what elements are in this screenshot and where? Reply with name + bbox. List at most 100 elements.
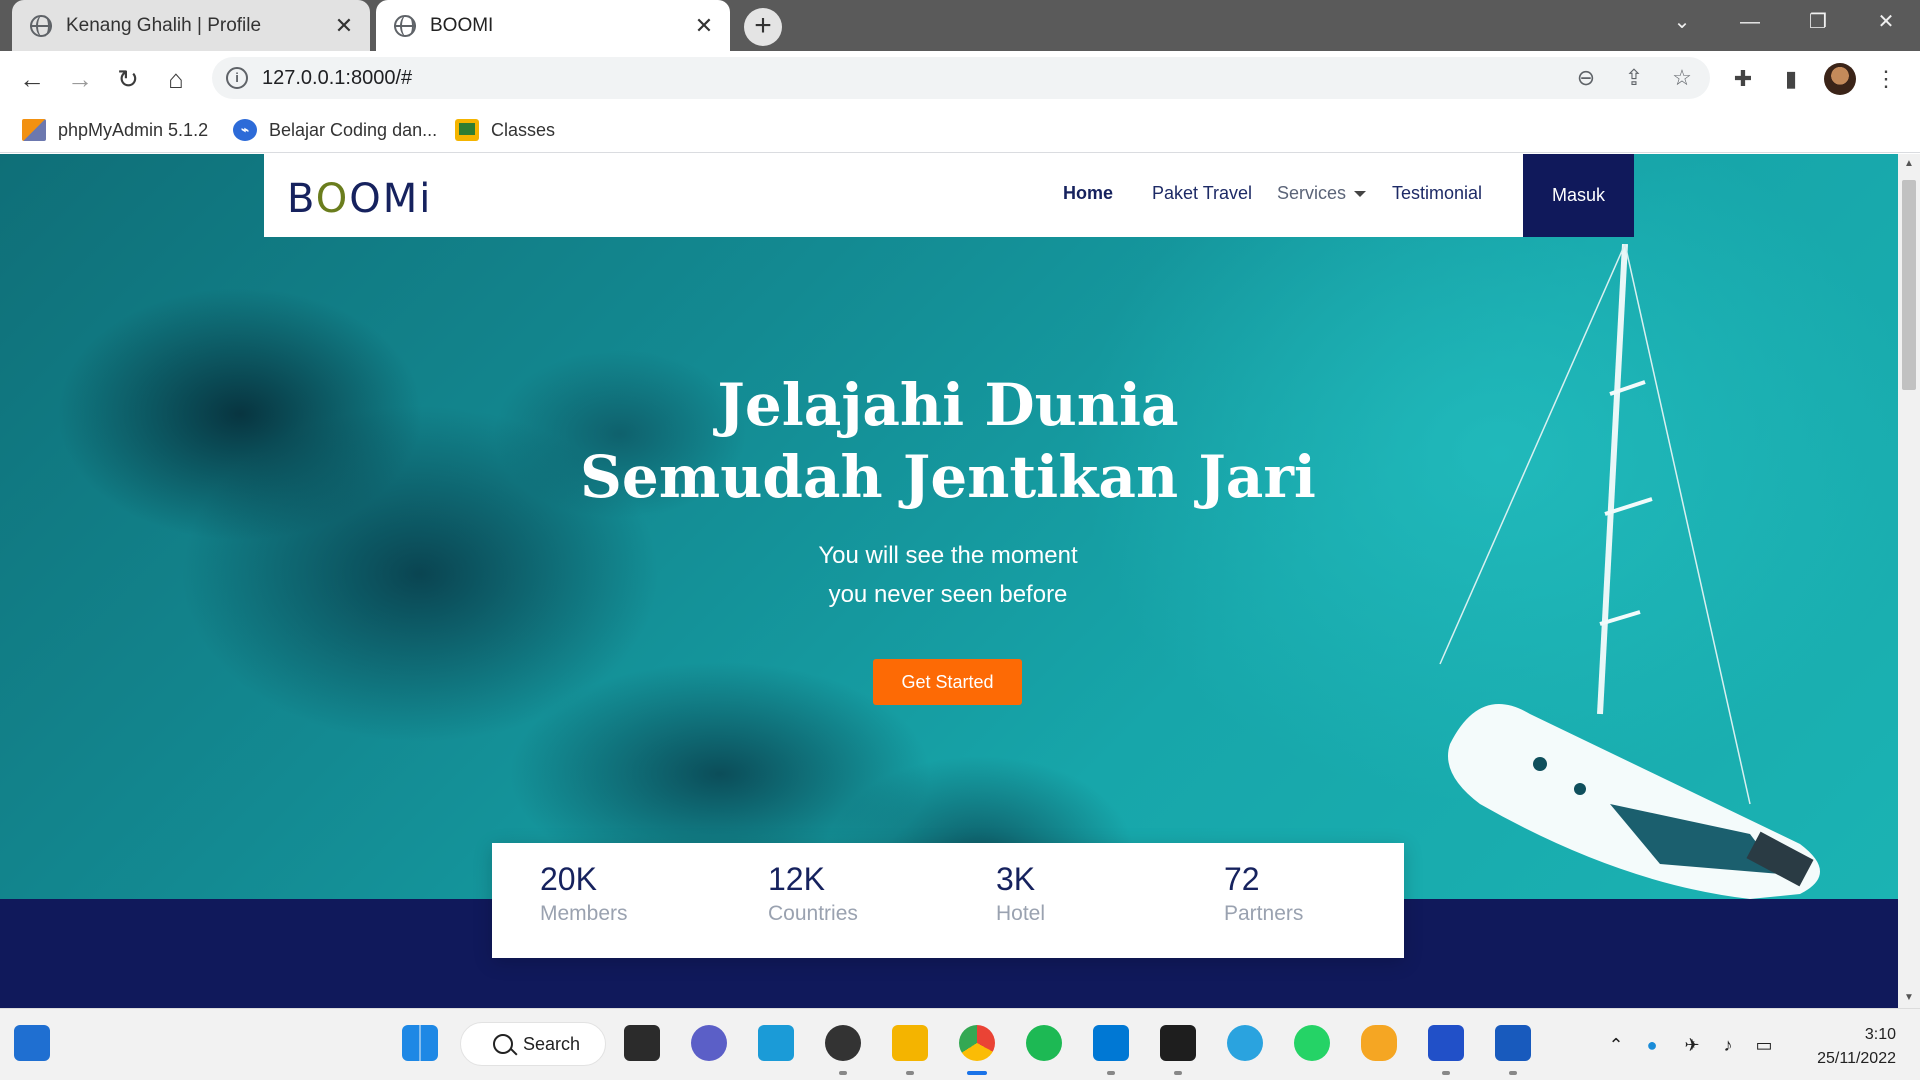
dbeaver-icon[interactable] — [1361, 1025, 1397, 1061]
get-started-button[interactable]: Get Started — [873, 659, 1022, 705]
classroom-icon — [455, 119, 479, 141]
close-icon[interactable]: ✕ — [690, 12, 718, 40]
stat-label: Hotel — [996, 902, 1046, 925]
side-panel-icon[interactable]: ▮ — [1775, 63, 1807, 95]
site-navbar: BOOMi Home Paket Travel Services Testimo… — [264, 154, 1634, 237]
search-label: Search — [523, 1033, 581, 1054]
window-controls: ⌄ — ❐ ✕ — [1648, 0, 1920, 44]
github-icon[interactable] — [825, 1025, 861, 1061]
profile-avatar[interactable] — [1824, 63, 1856, 95]
hero-title-line1: Jelajahi Dunia — [717, 371, 1179, 439]
phpmyadmin-icon — [22, 119, 46, 141]
masuk-button[interactable]: Masuk — [1523, 154, 1634, 237]
windows-taskbar: Search ⌃ ● ✈ ♪ ▭ 3:10 25/11/2022 — [0, 1008, 1920, 1080]
hero-title: Jelajahi Dunia Semudah Jentikan Jari — [548, 369, 1348, 513]
stat-countries: 12K Countries — [768, 861, 968, 926]
scroll-thumb[interactable] — [1902, 180, 1916, 390]
nav-services-label: Services — [1277, 183, 1347, 203]
stat-label: Members — [540, 902, 628, 925]
telegram-icon[interactable] — [1227, 1025, 1263, 1061]
nav-paket-travel[interactable]: Paket Travel — [1152, 183, 1252, 204]
clock-time: 3:10 — [1864, 1026, 1896, 1043]
bookmark-phpmyadmin[interactable]: phpMyAdmin 5.1.2 — [22, 115, 208, 145]
bookmarks-bar: phpMyAdmin 5.1.2 ⌁ Belajar Coding dan...… — [0, 105, 1920, 153]
running-indicator — [1509, 1071, 1517, 1075]
bookmark-belajar-coding[interactable]: ⌁ Belajar Coding dan... — [233, 115, 437, 145]
page-scrollbar[interactable]: ▲ ▼ — [1898, 154, 1920, 1008]
search-icon — [493, 1034, 513, 1054]
teams-icon[interactable] — [691, 1025, 727, 1061]
volume-icon[interactable]: ♪ — [1716, 1033, 1740, 1057]
stat-label: Countries — [768, 902, 858, 925]
battery-icon[interactable]: ▭ — [1752, 1033, 1776, 1057]
tab-boomi[interactable]: BOOMI ✕ — [376, 0, 730, 51]
url-text[interactable]: 127.0.0.1:8000/# — [262, 67, 412, 90]
zoom-icon[interactable]: ⊖ — [1572, 64, 1600, 92]
restore-button[interactable]: ❐ — [1784, 0, 1852, 44]
m-app-icon[interactable] — [1428, 1025, 1464, 1061]
airplane-icon[interactable]: ✈ — [1680, 1033, 1704, 1057]
system-clock[interactable]: 3:10 25/11/2022 — [1790, 1023, 1896, 1071]
back-icon[interactable]: ← — [14, 61, 50, 97]
stat-value: 3K — [996, 861, 1036, 897]
notepad-icon[interactable] — [758, 1025, 794, 1061]
stat-hotel: 3K Hotel — [996, 861, 1196, 926]
address-bar[interactable]: i 127.0.0.1:8000/# ⊖ ⇪ ☆ — [212, 57, 1710, 99]
dicoding-icon: ⌁ — [233, 119, 257, 141]
nav-home[interactable]: Home — [1063, 183, 1113, 204]
file-explorer-icon[interactable] — [892, 1025, 928, 1061]
scroll-up-icon[interactable]: ▲ — [1898, 154, 1920, 174]
stat-partners: 72 Partners — [1224, 861, 1424, 926]
bookmark-label: Classes — [491, 119, 556, 140]
home-icon[interactable]: ⌂ — [158, 61, 194, 97]
sailboat-image — [1439, 244, 1820, 899]
menu-kebab-icon[interactable]: ⋮ — [1870, 63, 1902, 95]
active-indicator — [967, 1071, 987, 1075]
stat-value: 12K — [768, 861, 825, 897]
globe-icon — [394, 14, 416, 37]
boomi-logo[interactable]: BOOMi — [287, 176, 432, 222]
hero-subtitle-line1: You will see the moment — [818, 542, 1078, 569]
chrome-icon[interactable] — [959, 1025, 995, 1061]
bookmark-label: phpMyAdmin 5.1.2 — [58, 119, 209, 140]
widgets-icon[interactable] — [14, 1025, 50, 1061]
task-view-icon[interactable] — [624, 1025, 660, 1061]
terminal-icon[interactable] — [1160, 1025, 1196, 1061]
running-indicator — [906, 1071, 914, 1075]
forward-icon[interactable]: → — [62, 61, 98, 97]
reload-icon[interactable]: ↻ — [110, 61, 146, 97]
chevron-up-icon[interactable]: ⌃ — [1604, 1033, 1628, 1057]
stat-value: 72 — [1224, 861, 1260, 897]
bookmark-star-icon[interactable]: ☆ — [1668, 64, 1696, 92]
close-icon[interactable]: ✕ — [330, 12, 358, 40]
tab-kenang-profile[interactable]: Kenang Ghalih | Profile ✕ — [12, 0, 370, 51]
scroll-down-icon[interactable]: ▼ — [1898, 988, 1920, 1008]
minimize-button[interactable]: — — [1716, 0, 1784, 44]
tab-search-icon[interactable]: ⌄ — [1648, 0, 1716, 44]
running-indicator — [1107, 1071, 1115, 1075]
stats-card: 20K Members 12K Countries 3K Hotel 72 Pa… — [492, 843, 1404, 958]
extensions-icon[interactable]: ✚ — [1727, 63, 1759, 95]
running-indicator — [839, 1071, 847, 1075]
nav-testimonial[interactable]: Testimonial — [1392, 183, 1482, 204]
start-icon[interactable] — [402, 1025, 438, 1061]
browser-tab-strip: Kenang Ghalih | Profile ✕ BOOMI ✕ + ⌄ — … — [0, 0, 1920, 51]
tray-app-icon[interactable]: ● — [1640, 1033, 1664, 1057]
whatsapp-icon[interactable] — [1294, 1025, 1330, 1061]
share-icon[interactable]: ⇪ — [1620, 64, 1648, 92]
hero-subtitle: You will see the moment you never seen b… — [648, 536, 1248, 614]
new-tab-button[interactable]: + — [744, 8, 782, 46]
window-close-button[interactable]: ✕ — [1852, 0, 1920, 44]
globe-icon — [30, 14, 52, 37]
bookmark-classes[interactable]: Classes — [455, 115, 555, 145]
word-icon[interactable] — [1495, 1025, 1531, 1061]
running-indicator — [1442, 1071, 1450, 1075]
stat-value: 20K — [540, 861, 597, 897]
taskbar-search[interactable]: Search — [460, 1022, 606, 1066]
spotify-icon[interactable] — [1026, 1025, 1062, 1061]
hero-title-line2: Semudah Jentikan Jari — [580, 443, 1316, 511]
vscode-icon[interactable] — [1093, 1025, 1129, 1061]
nav-services[interactable]: Services — [1277, 183, 1367, 204]
site-info-icon[interactable]: i — [226, 67, 248, 89]
stat-members: 20K Members — [540, 861, 740, 926]
